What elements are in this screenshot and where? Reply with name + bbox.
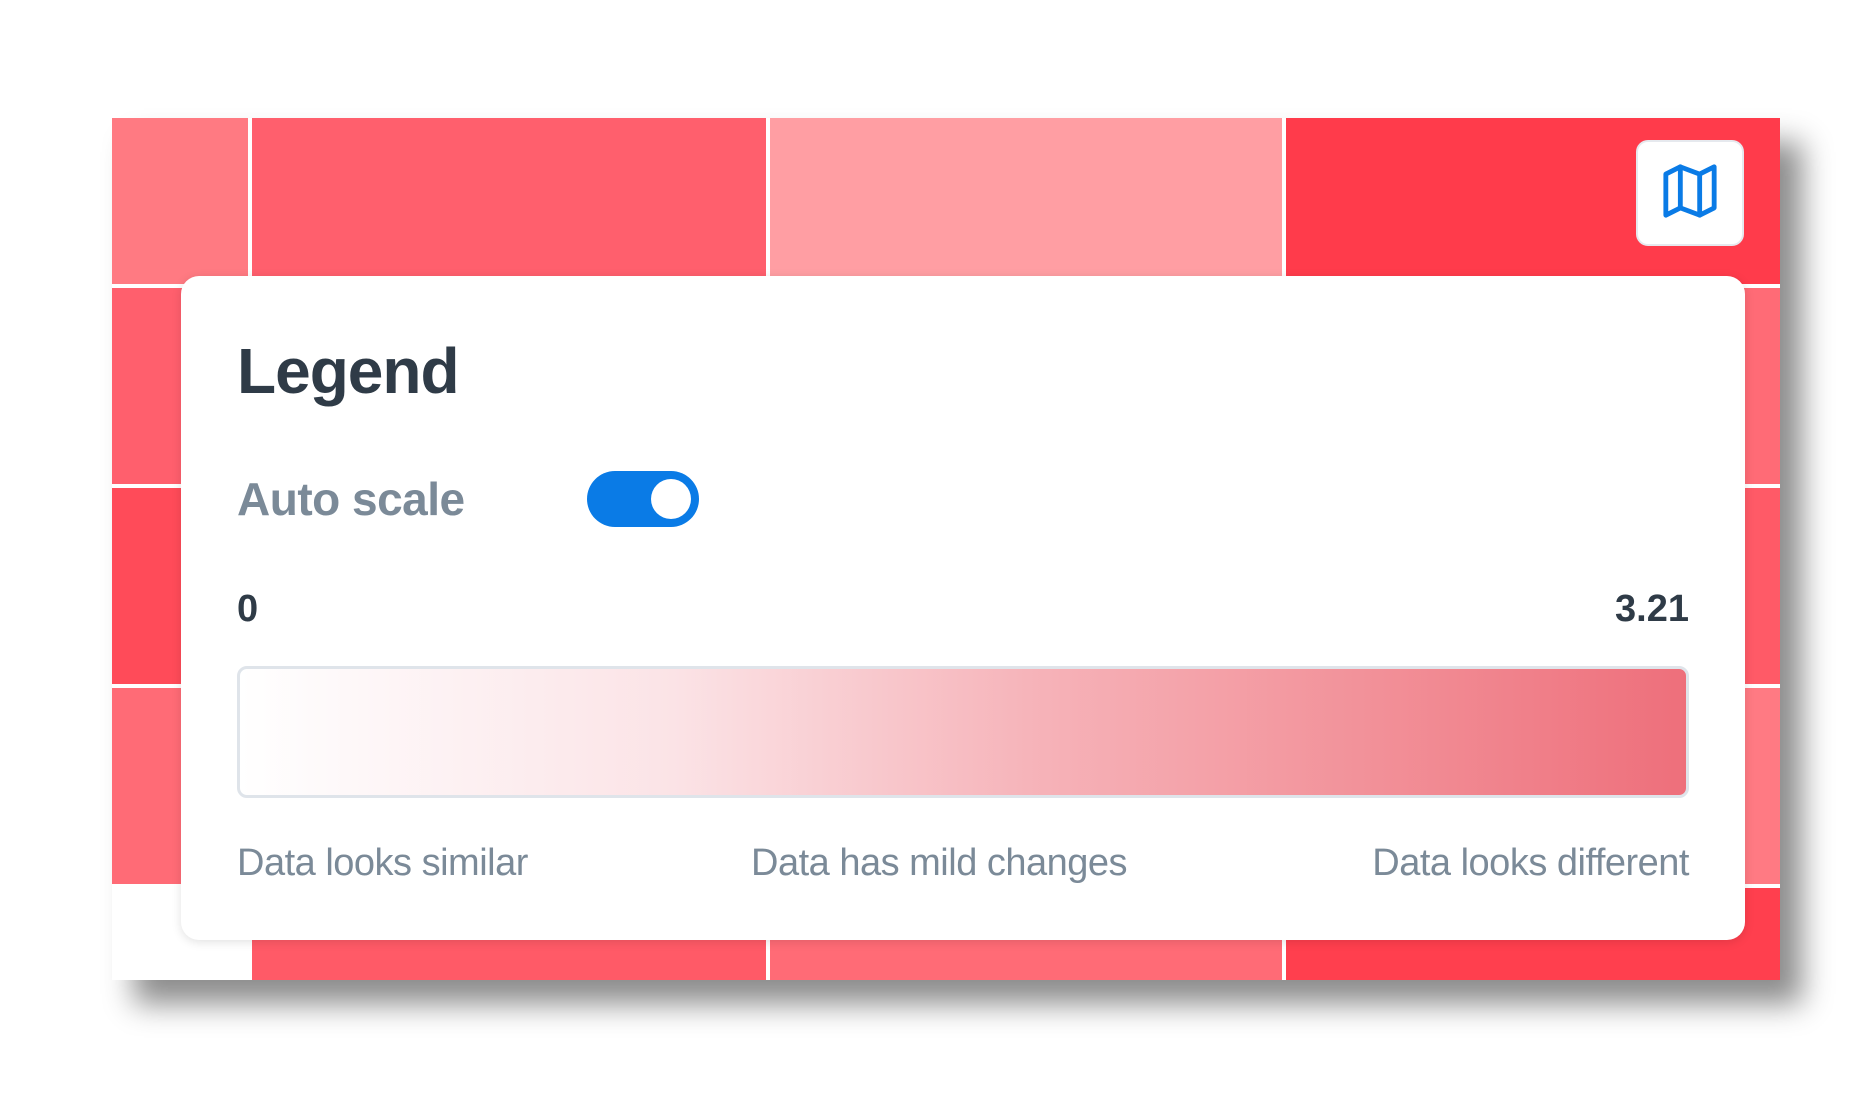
- scale-desc-mid: Data has mild changes: [751, 842, 1128, 884]
- auto-scale-label: Auto scale: [237, 473, 465, 525]
- toggle-knob: [651, 479, 691, 519]
- legend-panel: Legend Auto scale 0 3.21 Data looks simi…: [181, 276, 1745, 940]
- heatmap-cell[interactable]: [252, 118, 766, 284]
- legend-title: Legend: [237, 335, 460, 407]
- scale-desc-high: Data looks different: [1372, 842, 1689, 884]
- scale-max-value: 3.21: [1615, 588, 1689, 630]
- scale-desc-low: Data looks similar: [237, 842, 528, 884]
- heatmap-cell[interactable]: [112, 118, 248, 284]
- auto-scale-toggle[interactable]: [587, 471, 699, 527]
- scale-min-value: 0: [237, 588, 259, 630]
- heatmap-cell[interactable]: [770, 118, 1282, 284]
- map-icon: [1661, 162, 1719, 225]
- stage: Legend Auto scale 0 3.21 Data looks simi…: [0, 0, 1875, 1094]
- map-view-button[interactable]: [1636, 140, 1744, 246]
- color-scale-bar: [237, 666, 1689, 798]
